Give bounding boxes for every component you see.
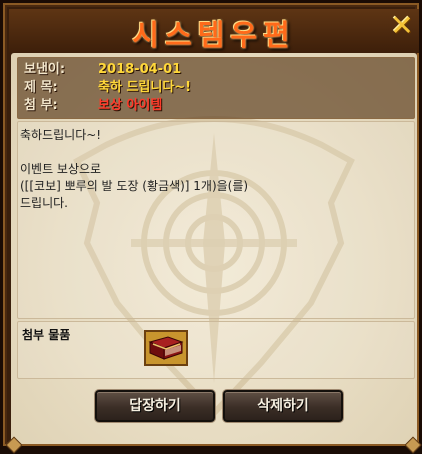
close-icon[interactable]: ✕ bbox=[385, 11, 419, 41]
subject-label: 제 목: bbox=[24, 80, 58, 95]
message-line: ([[코보] 뽀루의 발 도장 (황금색)] 1개)을(를) bbox=[20, 179, 249, 193]
sender-label: 보낸이: bbox=[24, 62, 66, 77]
subject-value: 축하 드립니다~! bbox=[98, 80, 192, 95]
attachment-row: 첨 부: 보상 아이템 bbox=[24, 97, 162, 115]
message-line: 이벤트 보상으로 bbox=[20, 162, 102, 176]
attachment-value: 보상 아이템 bbox=[98, 98, 163, 113]
system-mail-window: 시스템우편 ✕ 보낸이: 2018-04-01 제 목: 축하 드립니다~! 첨 부… bbox=[0, 0, 422, 454]
attachment-panel-label: 첨부 물품 bbox=[22, 328, 71, 342]
attachment-panel: 첨부 물품 bbox=[17, 321, 415, 379]
attachment-item-slot[interactable] bbox=[144, 330, 188, 366]
message-line: 드립니다. bbox=[20, 196, 68, 210]
mail-content-panel: 보낸이: 2018-04-01 제 목: 축하 드립니다~! 첨 부: 보상 아이템 … bbox=[11, 53, 417, 444]
attachment-label: 첨 부: bbox=[24, 98, 58, 113]
delete-button[interactable]: 삭제하기 bbox=[223, 390, 343, 422]
sender-row: 보낸이: 2018-04-01 bbox=[24, 61, 181, 79]
subject-row: 제 목: 축하 드립니다~! bbox=[24, 79, 191, 97]
window-title: 시스템우편 bbox=[132, 18, 296, 52]
message-line: 축하드립니다~! bbox=[20, 128, 102, 142]
red-book-icon bbox=[148, 336, 184, 360]
title-bar: 시스템우편 bbox=[9, 9, 419, 53]
reply-button[interactable]: 답장하기 bbox=[95, 390, 215, 422]
sender-value: 2018-04-01 bbox=[98, 62, 182, 77]
mail-header: 보낸이: 2018-04-01 제 목: 축하 드립니다~! 첨 부: 보상 아이템 bbox=[17, 57, 415, 119]
message-body[interactable]: 축하드립니다~! 이벤트 보상으로 ([[코보] 뽀루의 발 도장 (황금색)]… bbox=[17, 121, 415, 319]
